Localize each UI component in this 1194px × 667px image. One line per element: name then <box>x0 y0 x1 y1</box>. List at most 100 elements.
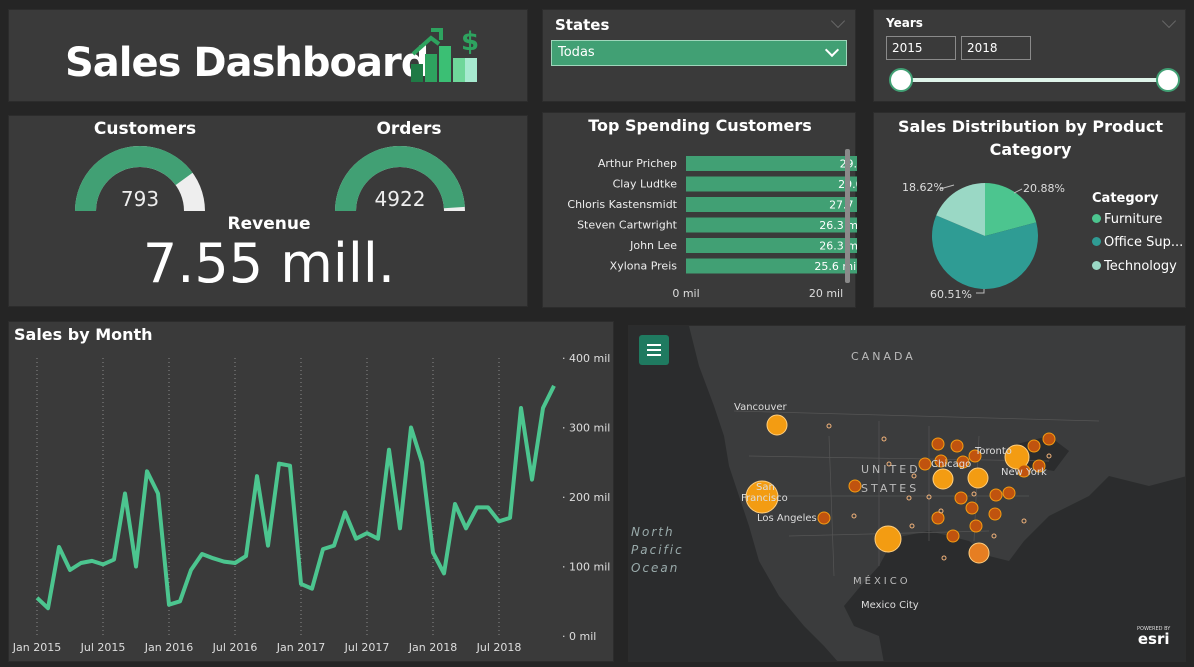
top-customers-chart: Arthur Prichep29.2 milClay Ludtke29.0 mi… <box>567 156 857 300</box>
bar[interactable] <box>686 176 857 192</box>
map-bubble[interactable] <box>965 501 979 515</box>
map-bubble[interactable] <box>946 529 960 543</box>
map-bubble[interactable] <box>989 488 1003 502</box>
map-bubble[interactable] <box>817 511 831 525</box>
map-dot <box>909 523 915 529</box>
states-dropdown[interactable]: Todas <box>551 40 847 66</box>
city-label: Francisco <box>741 493 788 504</box>
sales-chart-icon: $ <box>411 27 479 82</box>
legend-label: Office Sup... <box>1104 235 1184 250</box>
bar-data-label: 27.7 mil <box>829 199 857 212</box>
header-panel: Sales Dashboard $ <box>8 9 528 102</box>
map-bubble[interactable] <box>932 468 954 490</box>
year-start-input[interactable]: 2015 <box>886 36 956 60</box>
x-tick-label: Jul 2018 <box>476 641 522 654</box>
map-bubble[interactable] <box>766 414 788 436</box>
map-dot <box>971 491 977 497</box>
orders-gauge: 4922 <box>335 146 465 211</box>
x-tick-label: 0 mil <box>672 287 699 300</box>
map-bubble[interactable] <box>1002 486 1016 500</box>
product-category-pie: 20.88% 60.51% 18.62% <box>902 181 1065 301</box>
year-end-input[interactable]: 2018 <box>961 36 1031 60</box>
top-customers-panel: Top Spending Customers Arthur Prichep29.… <box>542 112 857 308</box>
map-dot <box>826 423 832 429</box>
years-label: Years <box>886 16 923 30</box>
map-bubble[interactable] <box>969 519 983 533</box>
city-label: Mexico City <box>861 600 919 611</box>
customers-label: Customers <box>93 119 197 139</box>
map-bubble[interactable] <box>950 439 964 453</box>
revenue-label: Revenue <box>227 214 311 234</box>
map-dot <box>941 555 947 561</box>
chevron-down-icon[interactable] <box>1161 13 1177 29</box>
legend-item-technology[interactable]: Technology <box>1092 259 1177 274</box>
customers-value: 793 <box>121 187 159 211</box>
states-label: States <box>555 16 610 34</box>
states-slicer: States Todas <box>542 9 856 102</box>
legend-item-furniture[interactable]: Furniture <box>1092 212 1162 227</box>
scrollbar[interactable] <box>845 149 850 283</box>
x-tick-label: Jul 2017 <box>344 641 390 654</box>
map-dot <box>926 494 932 500</box>
year-slider-track[interactable] <box>900 78 1170 82</box>
y-tick-label: · 300 mil <box>562 422 610 435</box>
map-bubble[interactable] <box>1042 432 1056 446</box>
kpi-panel: Customers 793 Orders 4922 Revenue 7.55 m… <box>8 115 528 307</box>
city-label: Toronto <box>975 446 1012 457</box>
city-label: San <box>756 482 775 493</box>
map-dot <box>1021 518 1027 524</box>
map-bubble[interactable] <box>954 491 968 505</box>
legend-item-office-supplies[interactable]: Office Sup... <box>1092 235 1183 250</box>
legend-title: Category <box>1092 191 1159 206</box>
years-slicer: Years 2015 2018 <box>873 9 1186 102</box>
map-dot <box>886 461 892 467</box>
bar-category-label: Steven Cartwright <box>577 219 678 232</box>
x-tick-label: Jan 2017 <box>276 641 325 654</box>
map-dot <box>911 473 917 479</box>
map-bubble[interactable] <box>1027 439 1041 453</box>
bar-category-label: John Lee <box>629 239 677 252</box>
x-tick-label: Jul 2015 <box>80 641 126 654</box>
map-bubble[interactable] <box>918 457 932 471</box>
sales-line[interactable] <box>35 384 556 611</box>
map-bubble[interactable] <box>874 525 902 553</box>
map-dot <box>1046 453 1052 459</box>
chevron-down-icon[interactable] <box>830 13 846 29</box>
map-bubble[interactable] <box>848 479 862 493</box>
city-label: Vancouver <box>734 402 787 413</box>
y-tick-label: · 100 mil <box>562 561 610 574</box>
pie-data-label: 18.62% <box>902 181 944 194</box>
y-tick-label: · 0 mil <box>562 630 596 643</box>
sales-by-month-panel: Sales by Month Jan 2015 Jul 2015 Jan 2016 J… <box>8 321 614 662</box>
year-slider-start-handle[interactable] <box>889 68 913 92</box>
map-bubble[interactable] <box>931 437 945 451</box>
sales-map[interactable]: CANADA UNITED STATES MÉXICO North Pacifi… <box>628 325 1186 662</box>
bar-data-label: 26.3 mil <box>819 219 857 232</box>
legend-label: Technology <box>1104 259 1177 274</box>
bar[interactable] <box>686 156 857 171</box>
bar-data-label: 25.6 mil <box>814 260 857 273</box>
revenue-value: 7.55 mill. <box>142 232 396 295</box>
pie-data-label: 20.88% <box>1023 182 1065 195</box>
y-tick-label: · 400 mil <box>562 352 610 365</box>
x-tick-label: 20 mil <box>809 287 843 300</box>
map-bubble[interactable] <box>988 507 1002 521</box>
map-bubble[interactable] <box>967 467 989 489</box>
city-label: Los Angeles <box>757 513 817 524</box>
product-category-panel: Sales Distribution by Product Category 2… <box>873 112 1186 308</box>
legend-dot <box>1092 261 1101 270</box>
map-bubble[interactable] <box>968 542 990 564</box>
map-dot <box>851 513 857 519</box>
bar-category-label: Xylona Preis <box>610 260 678 273</box>
map-dot <box>991 533 997 539</box>
x-tick-label: Jul 2016 <box>212 641 258 654</box>
y-tick-label: · 200 mil <box>562 491 610 504</box>
legend-dot <box>1092 237 1101 246</box>
pie-leader-line <box>976 289 985 294</box>
chevron-down-icon <box>824 42 840 58</box>
map-bubble[interactable] <box>931 511 945 525</box>
year-slider-end-handle[interactable] <box>1156 68 1180 92</box>
city-label: Chicago <box>931 459 972 470</box>
map-dot <box>906 495 912 501</box>
page-title: Sales Dashboard <box>65 40 429 86</box>
